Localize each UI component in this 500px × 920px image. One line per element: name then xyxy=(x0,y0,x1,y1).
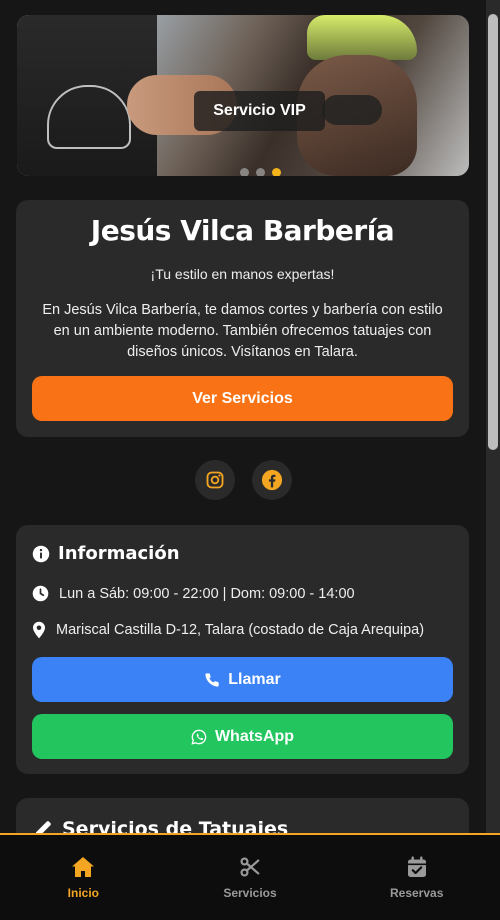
address-row: Mariscal Castilla D-12, Talara (costado … xyxy=(32,621,424,639)
calendar-check-icon xyxy=(407,856,427,878)
nav-label-servicios: Servicios xyxy=(223,885,277,900)
hours-text: Lun a Sáb: 09:00 - 22:00 | Dom: 09:00 - … xyxy=(59,585,355,602)
main-page: Servicio VIP Jesús Vilca Barbería ¡Tu es… xyxy=(0,0,486,918)
whatsapp-icon xyxy=(191,729,207,745)
bottom-nav: Inicio Servicios Reservas xyxy=(0,833,500,920)
carousel-dot[interactable] xyxy=(256,168,265,176)
description: En Jesús Vilca Barbería, te damos cortes… xyxy=(42,302,443,360)
info-heading: Información xyxy=(32,543,180,564)
hero-slide-label: Servicio VIP xyxy=(194,91,325,131)
info-circle-icon xyxy=(32,545,50,563)
info-title: Información xyxy=(58,543,180,564)
whatsapp-button[interactable]: WhatsApp xyxy=(32,714,453,759)
call-button[interactable]: Llamar xyxy=(32,657,453,702)
whatsapp-label: WhatsApp xyxy=(214,727,295,745)
hours-row: Lun a Sáb: 09:00 - 22:00 | Dom: 09:00 - … xyxy=(32,585,355,602)
view-services-label: Ver Servicios xyxy=(192,389,293,407)
nav-item-servicios[interactable]: Servicios xyxy=(167,835,334,920)
carousel-dot-active[interactable] xyxy=(272,168,281,176)
hero-carousel[interactable]: Servicio VIP xyxy=(17,15,469,176)
map-pin-icon xyxy=(32,621,46,639)
facebook-link[interactable] xyxy=(252,460,292,500)
hero-image-glasses xyxy=(322,95,382,125)
nav-label-inicio: Inicio xyxy=(67,885,99,900)
facebook-icon xyxy=(261,469,283,491)
info-card: Información Lun a Sáb: 09:00 - 22:00 | D… xyxy=(16,525,469,774)
call-label: Llamar xyxy=(228,670,281,688)
carousel-dots xyxy=(240,168,281,176)
home-icon xyxy=(71,856,95,878)
view-services-button[interactable]: Ver Servicios xyxy=(32,376,453,421)
tagline: ¡Tu estilo en manos expertas! xyxy=(150,266,335,282)
scrollbar-thumb[interactable] xyxy=(488,14,498,450)
clock-icon xyxy=(32,585,49,602)
nav-label-reservas: Reservas xyxy=(389,885,444,900)
carousel-dot[interactable] xyxy=(240,168,249,176)
scissors-icon xyxy=(239,856,261,878)
nav-item-inicio[interactable]: Inicio xyxy=(0,835,167,920)
phone-icon xyxy=(204,672,220,688)
address-text: Mariscal Castilla D-12, Talara (costado … xyxy=(56,622,425,638)
social-links xyxy=(195,460,292,500)
instagram-icon xyxy=(205,470,225,490)
page-title: Jesús Vilca Barbería xyxy=(90,214,395,247)
instagram-link[interactable] xyxy=(195,460,235,500)
intro-card: Jesús Vilca Barbería ¡Tu estilo en manos… xyxy=(16,200,469,437)
hero-image-hair xyxy=(307,15,417,60)
nav-item-reservas[interactable]: Reservas xyxy=(333,835,500,920)
